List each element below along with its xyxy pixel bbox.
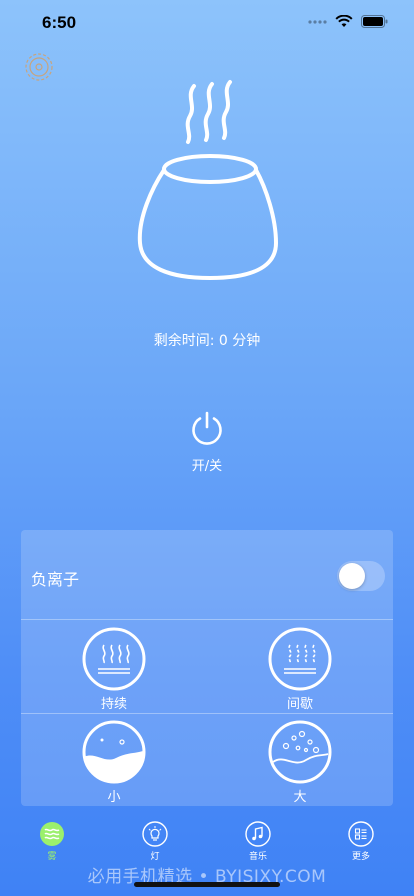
tab-light-label: 灯	[150, 852, 160, 862]
bulb-icon	[142, 821, 168, 847]
gear-icon	[25, 53, 53, 81]
mode-continuous-button[interactable]: 持续	[74, 627, 154, 712]
diffuser-icon	[137, 80, 279, 281]
status-time: 6:50	[42, 13, 77, 32]
mode-intermittent-button[interactable]: 间歇	[260, 627, 340, 712]
home-indicator	[134, 882, 280, 887]
toggle-knob	[339, 563, 365, 589]
more-icon	[348, 821, 374, 847]
level-large-button[interactable]: 大	[260, 720, 340, 805]
music-note-icon	[245, 821, 271, 847]
diffuser-illustration	[130, 78, 280, 288]
tab-music[interactable]: 音乐	[228, 815, 288, 862]
small-mist-icon	[82, 720, 146, 784]
anion-row: 负离子	[21, 530, 393, 620]
power-icon	[192, 411, 222, 445]
wifi-icon	[335, 15, 353, 27]
status-bar: 6:50	[0, 0, 414, 48]
tab-more-label: 更多	[351, 852, 370, 862]
anion-label: 负离子	[31, 570, 80, 589]
status-icons	[307, 15, 388, 28]
mist-mode-row: 持续 间歇	[21, 621, 393, 714]
signal-icon	[308, 19, 327, 24]
level-small-label: 小	[107, 790, 121, 805]
tab-light[interactable]: 灯	[125, 815, 185, 862]
mist-level-row: 小 大	[21, 716, 393, 806]
intermittent-mist-icon	[268, 627, 332, 691]
remaining-time: 剩余时间: 0 分钟	[153, 333, 261, 349]
tab-more[interactable]: 更多	[331, 815, 391, 862]
tab-mist-label: 雾	[47, 852, 57, 862]
power-label: 开/关	[191, 459, 223, 474]
battery-icon	[361, 15, 388, 28]
level-large-label: 大	[293, 790, 307, 805]
level-small-button[interactable]: 小	[74, 720, 154, 805]
power-button[interactable]	[188, 410, 226, 448]
tab-mist[interactable]: 雾	[22, 815, 82, 862]
continuous-mist-icon	[82, 627, 146, 691]
tab-music-label: 音乐	[248, 852, 267, 862]
mode-continuous-label: 持续	[100, 697, 127, 712]
control-panel: 负离子 持续 间歇 小 大	[21, 530, 393, 806]
mode-intermittent-label: 间歇	[286, 697, 313, 712]
settings-button[interactable]	[24, 52, 54, 82]
large-mist-icon	[268, 720, 332, 784]
anion-toggle[interactable]	[337, 561, 385, 591]
mist-icon	[40, 822, 64, 846]
